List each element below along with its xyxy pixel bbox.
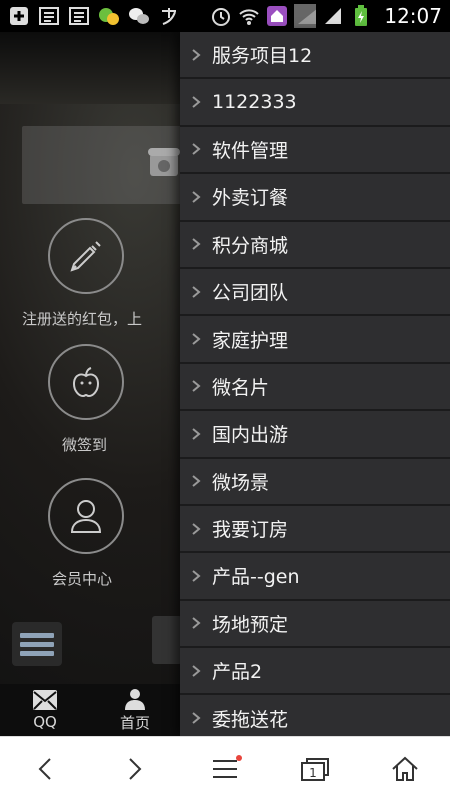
drawer-item-label: 微场景 [212,471,270,494]
header-band [0,32,180,104]
back-button[interactable] [15,739,75,799]
drawer-item-label: 服务项目12 [212,45,313,68]
side-stub [152,616,182,664]
drawer-item-label: 委拖送花 [212,708,289,731]
notification-dot [236,754,242,761]
apple-icon [72,367,100,398]
drawer-item-team[interactable]: 公司团队 [180,268,450,317]
drawer-item-label: 1122333 [212,91,297,114]
chevron-right-icon [129,757,142,780]
drawer-item-label: 积分商城 [212,234,289,257]
chevron-right-icon [180,522,212,536]
chevron-right-icon [180,616,212,630]
drawer-item-label: 产品--gen [212,566,300,589]
drawer-item-label: 国内出游 [212,424,289,447]
document-icon [38,6,60,26]
signal-icon [294,4,317,28]
chevron-right-icon [180,142,212,156]
chevron-right-icon [180,95,212,109]
browser-toolbar: 1 [0,736,450,800]
checkin-button[interactable] [48,344,124,420]
tabs-button[interactable]: 1 [285,739,345,799]
drawer-item-label: 家庭护理 [212,329,289,352]
status-bar: 12:07 [0,0,450,32]
chevron-right-icon [180,427,212,441]
drawer-item-book-room[interactable]: 我要订房 [180,505,450,554]
drawer-item-micro-scene[interactable]: 微场景 [180,458,450,506]
chevron-right-icon [180,190,212,204]
tab-home[interactable]: 首页 [90,684,180,736]
alipay-icon [158,6,180,26]
home-icon [392,756,418,781]
chevron-right-icon [180,474,212,488]
user-icon [70,500,102,533]
checkin-label: 微签到 [62,436,108,454]
drawer-item-label: 外卖订餐 [212,187,289,210]
bottom-tab-bar: QQ 首页 [0,684,180,736]
tab-qq[interactable]: QQ [0,684,90,736]
chevron-right-icon [180,48,212,62]
drawer-item-product-gen[interactable]: 产品--gen [180,553,450,601]
tabs-icon: 1 [301,757,329,781]
wechat-icon [128,6,150,26]
drawer-item-label: 微名片 [212,376,270,399]
envelope-icon [33,690,57,710]
drawer-item-points-mall[interactable]: 积分商城 [180,221,450,269]
wifi-icon [238,6,260,26]
menu-button[interactable] [195,739,255,799]
drawer-item-business-card[interactable]: 微名片 [180,363,450,412]
chevron-right-icon [180,569,212,583]
forward-button[interactable] [105,739,165,799]
drawer-item-venue-booking[interactable]: 场地预定 [180,600,450,649]
drawer-item-label: 产品2 [212,661,263,684]
register-redpack-button[interactable] [48,218,124,294]
chat-app-icon [98,6,120,26]
drawer-item-1122333[interactable]: 1122333 [180,79,450,127]
document-icon [68,6,90,26]
drawer-item-label: 我要订房 [212,519,289,542]
drawer-item-takeout[interactable]: 外卖订餐 [180,174,450,222]
chevron-right-icon [180,379,212,393]
home-icon [266,6,288,26]
tab-qq-label: QQ [33,713,57,731]
chevron-right-icon [180,664,212,678]
telephone-icon [146,144,182,189]
chevron-right-icon [180,285,212,299]
drawer-item-software[interactable]: 软件管理 [180,126,450,175]
syringe-icon [70,241,101,272]
add-box-icon [8,6,30,26]
hamburger-icon [213,759,237,778]
member-center-button[interactable] [48,478,124,554]
tab-home-label: 首页 [119,713,150,732]
drawer-item-label: 软件管理 [212,139,289,162]
list-menu-button[interactable] [12,622,62,666]
chevron-right-icon [180,332,212,346]
alarm-icon [210,6,232,26]
battery-charging-icon [350,5,372,26]
drawer-item-flower-delivery[interactable]: 委拖送花 [180,695,450,736]
drawer-item-product2[interactable]: 产品2 [180,648,450,696]
drawer-item-domestic-travel[interactable]: 国内出游 [180,411,450,459]
chevron-right-icon [180,711,212,725]
home-button[interactable] [375,739,435,799]
drawer-item-services[interactable]: 服务项目12 [180,32,450,80]
chevron-right-icon [180,237,212,251]
drawer-item-label: 公司团队 [212,282,289,305]
person-icon [125,688,145,710]
clock: 12:07 [384,4,442,28]
signal-icon [322,6,344,26]
drawer-item-home-care[interactable]: 家庭护理 [180,316,450,364]
drawer-item-label: 场地预定 [212,613,289,636]
tab-count: 1 [309,766,317,780]
register-redpack-label: 注册送的红包，上 [22,310,143,328]
member-center-label: 会员中心 [52,570,113,588]
chevron-left-icon [38,757,51,780]
navigation-drawer: 服务项目12 1122333 软件管理 外卖订餐 积分商城 公司团队 家庭护理 … [180,32,450,736]
